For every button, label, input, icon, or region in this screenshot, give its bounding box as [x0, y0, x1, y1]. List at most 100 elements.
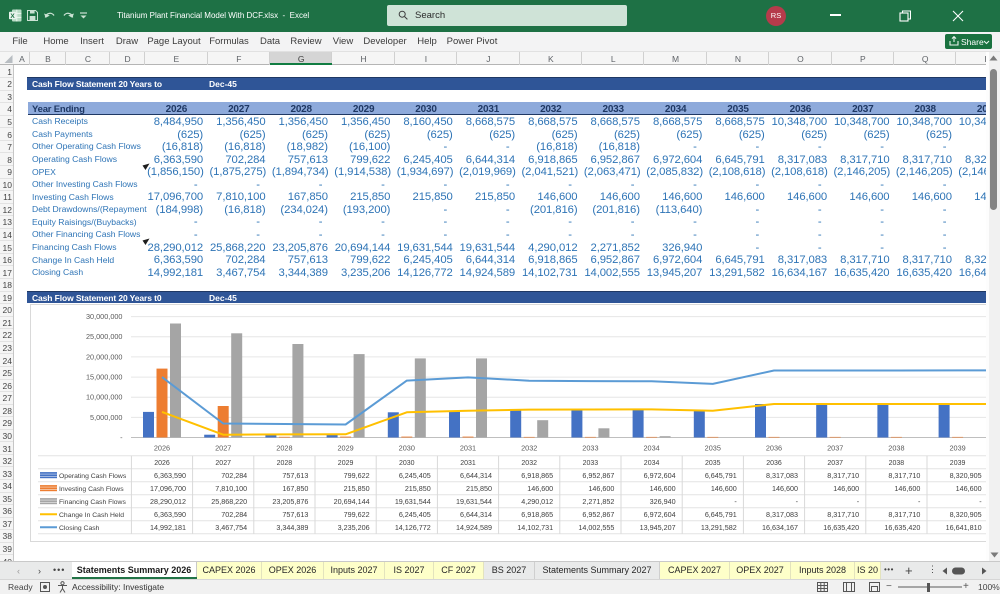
- svg-text:19,631,544: 19,631,544: [456, 496, 492, 505]
- svg-text:8,317,710: 8,317,710: [827, 470, 859, 479]
- svg-text:3,467,754: 3,467,754: [215, 522, 247, 531]
- svg-text:28,290,012: 28,290,012: [150, 496, 186, 505]
- svg-text:2031: 2031: [460, 459, 476, 466]
- svg-text:7,810,100: 7,810,100: [215, 483, 247, 492]
- svg-text:2032: 2032: [521, 443, 537, 452]
- svg-text:146,600: 146,600: [588, 483, 614, 492]
- svg-text:799,622: 799,622: [344, 509, 370, 518]
- svg-text:2037: 2037: [827, 459, 843, 466]
- svg-text:6,363,590: 6,363,590: [154, 509, 186, 518]
- svg-text:2,271,852: 2,271,852: [582, 496, 614, 505]
- svg-text:146,600: 146,600: [650, 483, 676, 492]
- svg-text:6,644,314: 6,644,314: [460, 509, 492, 518]
- svg-text:2035: 2035: [705, 459, 721, 466]
- svg-text:Financing Cash Flows: Financing Cash Flows: [59, 498, 126, 505]
- svg-text:2033: 2033: [583, 459, 599, 466]
- svg-text:14,102,731: 14,102,731: [517, 522, 553, 531]
- svg-text:6,245,405: 6,245,405: [399, 509, 431, 518]
- svg-text:146,600: 146,600: [894, 483, 920, 492]
- svg-text:15,000,000: 15,000,000: [86, 372, 123, 381]
- svg-text:2027: 2027: [215, 459, 231, 466]
- svg-text:13,945,207: 13,945,207: [640, 522, 676, 531]
- svg-text:6,918,865: 6,918,865: [521, 470, 553, 479]
- svg-text:6,972,604: 6,972,604: [644, 509, 676, 518]
- svg-text:2031: 2031: [460, 443, 476, 452]
- svg-text:2026: 2026: [154, 459, 170, 466]
- svg-text:2030: 2030: [399, 459, 415, 466]
- svg-text:13,291,582: 13,291,582: [701, 522, 737, 531]
- svg-text:5,000,000: 5,000,000: [90, 412, 122, 421]
- svg-text:16,641,810: 16,641,810: [946, 522, 982, 531]
- svg-text:20,694,144: 20,694,144: [334, 496, 370, 505]
- svg-text:14,924,589: 14,924,589: [456, 522, 492, 531]
- svg-text:146,600: 146,600: [772, 483, 798, 492]
- svg-text:16,635,420: 16,635,420: [884, 522, 920, 531]
- svg-text:23,205,876: 23,205,876: [272, 496, 308, 505]
- svg-text:2038: 2038: [889, 459, 905, 466]
- svg-text:215,850: 215,850: [405, 483, 431, 492]
- svg-text:6,644,314: 6,644,314: [460, 470, 492, 479]
- svg-text:146,600: 146,600: [833, 483, 859, 492]
- svg-text:X: X: [10, 13, 15, 20]
- svg-text:2026: 2026: [154, 443, 170, 452]
- svg-text:2034: 2034: [644, 459, 660, 466]
- svg-text:8,317,083: 8,317,083: [766, 470, 798, 479]
- svg-text:10,000,000: 10,000,000: [86, 392, 123, 401]
- svg-text:8,317,083: 8,317,083: [766, 509, 798, 518]
- svg-text:17,096,700: 17,096,700: [150, 483, 186, 492]
- svg-text:799,622: 799,622: [344, 470, 370, 479]
- svg-text:2029: 2029: [337, 443, 353, 452]
- svg-text:8,320,905: 8,320,905: [950, 470, 982, 479]
- svg-text:8,317,710: 8,317,710: [888, 509, 920, 518]
- svg-text:2028: 2028: [277, 459, 293, 466]
- svg-text:2036: 2036: [766, 443, 782, 452]
- svg-text:2039: 2039: [949, 443, 965, 452]
- svg-text:Operating Cash Flows: Operating Cash Flows: [59, 472, 127, 479]
- svg-text:6,952,867: 6,952,867: [582, 509, 614, 518]
- svg-text:4,290,012: 4,290,012: [521, 496, 553, 505]
- svg-text:6,972,604: 6,972,604: [644, 470, 676, 479]
- svg-text:2039: 2039: [950, 459, 966, 466]
- svg-text:2033: 2033: [582, 443, 598, 452]
- svg-text:3,344,389: 3,344,389: [276, 522, 308, 531]
- svg-text:19,631,544: 19,631,544: [395, 496, 431, 505]
- svg-text:6,363,590: 6,363,590: [154, 470, 186, 479]
- svg-text:757,613: 757,613: [282, 509, 308, 518]
- svg-text:2037: 2037: [827, 443, 843, 452]
- svg-text:20,000,000: 20,000,000: [86, 352, 123, 361]
- svg-text:146,600: 146,600: [711, 483, 737, 492]
- svg-text:8,320,905: 8,320,905: [950, 509, 982, 518]
- svg-text:14,126,772: 14,126,772: [395, 522, 431, 531]
- svg-text:6,245,405: 6,245,405: [399, 470, 431, 479]
- svg-text:757,613: 757,613: [282, 470, 308, 479]
- svg-text:Change In Cash Held: Change In Cash Held: [59, 511, 124, 518]
- svg-text:167,850: 167,850: [282, 483, 308, 492]
- svg-text:6,645,791: 6,645,791: [705, 470, 737, 479]
- svg-text:146,600: 146,600: [956, 483, 982, 492]
- svg-text:2027: 2027: [215, 443, 231, 452]
- svg-text:8,317,710: 8,317,710: [827, 509, 859, 518]
- svg-text:6,952,867: 6,952,867: [582, 470, 614, 479]
- svg-text:16,635,420: 16,635,420: [823, 522, 859, 531]
- svg-text:702,284: 702,284: [221, 509, 247, 518]
- svg-text:25,868,220: 25,868,220: [211, 496, 247, 505]
- svg-text:6,645,791: 6,645,791: [705, 509, 737, 518]
- svg-text:30,000,000: 30,000,000: [86, 312, 123, 321]
- svg-text:14,002,555: 14,002,555: [578, 522, 614, 531]
- svg-text:Investing Cash Flows: Investing Cash Flows: [59, 485, 124, 492]
- svg-text:146,600: 146,600: [527, 483, 553, 492]
- svg-text:326,940: 326,940: [650, 496, 676, 505]
- svg-text:2036: 2036: [766, 459, 782, 466]
- svg-text:2038: 2038: [888, 443, 904, 452]
- svg-text:2034: 2034: [643, 443, 659, 452]
- svg-text:16,634,167: 16,634,167: [762, 522, 798, 531]
- svg-text:8,317,710: 8,317,710: [888, 470, 920, 479]
- svg-text:2029: 2029: [338, 459, 354, 466]
- svg-text:6,918,865: 6,918,865: [521, 509, 553, 518]
- svg-text:2030: 2030: [399, 443, 415, 452]
- svg-text:2035: 2035: [705, 443, 721, 452]
- svg-text:25,000,000: 25,000,000: [86, 332, 123, 341]
- svg-text:215,850: 215,850: [466, 483, 492, 492]
- svg-text:2032: 2032: [521, 459, 537, 466]
- svg-text:702,284: 702,284: [221, 470, 247, 479]
